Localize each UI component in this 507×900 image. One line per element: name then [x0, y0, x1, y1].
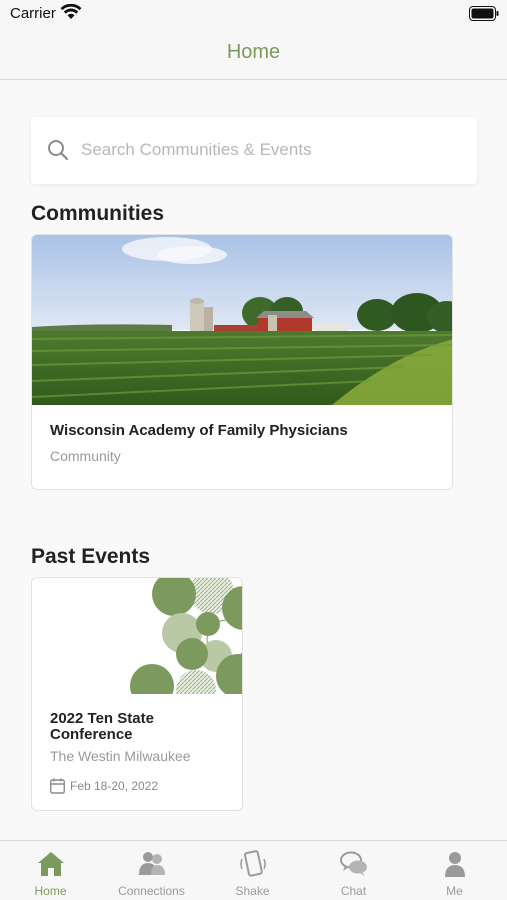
battery-icon	[469, 6, 499, 21]
status-bar: Carrier	[0, 0, 507, 28]
chat-icon	[340, 851, 367, 876]
tab-shake[interactable]: Shake	[202, 841, 303, 900]
navigation-bar: Home	[0, 28, 507, 80]
event-date: Feb 18-20, 2022	[70, 779, 159, 793]
me-icon	[445, 852, 465, 877]
tab-me[interactable]: Me	[404, 841, 505, 900]
community-type: Community	[50, 448, 121, 464]
search-input[interactable]	[81, 137, 461, 163]
communities-heading: Communities	[31, 202, 165, 225]
community-card[interactable]: Wisconsin Academy of Family Physicians C…	[31, 234, 453, 490]
tab-shake-label: Shake	[235, 884, 270, 898]
past-events-heading: Past Events	[31, 545, 151, 568]
tab-bar: Home Connections Shake Chat Me	[0, 840, 507, 900]
event-venue: The Westin Milwaukee	[50, 748, 191, 764]
connections-icon	[139, 852, 165, 875]
home-icon	[38, 852, 64, 876]
community-image	[32, 235, 452, 405]
tab-connections-label: Connections	[118, 884, 185, 898]
tab-home-label: Home	[34, 884, 67, 898]
tab-chat-label: Chat	[340, 884, 367, 898]
carrier-label: Carrier	[10, 5, 56, 22]
community-name: Wisconsin Academy of Family Physicians	[50, 422, 348, 439]
event-image	[32, 578, 242, 694]
calendar-icon	[50, 778, 65, 794]
shake-icon	[240, 850, 266, 877]
wifi-icon	[60, 4, 82, 19]
event-title: 2022 Ten State Conference	[50, 710, 154, 743]
tab-chat[interactable]: Chat	[303, 841, 404, 900]
page-title: Home	[226, 41, 281, 63]
search-icon	[48, 140, 69, 161]
tab-me-label: Me	[446, 884, 463, 898]
search-box[interactable]	[31, 117, 477, 184]
event-card[interactable]: 2022 Ten State Conference The Westin Mil…	[31, 577, 243, 811]
tab-connections[interactable]: Connections	[101, 841, 202, 900]
tab-home[interactable]: Home	[0, 841, 101, 900]
